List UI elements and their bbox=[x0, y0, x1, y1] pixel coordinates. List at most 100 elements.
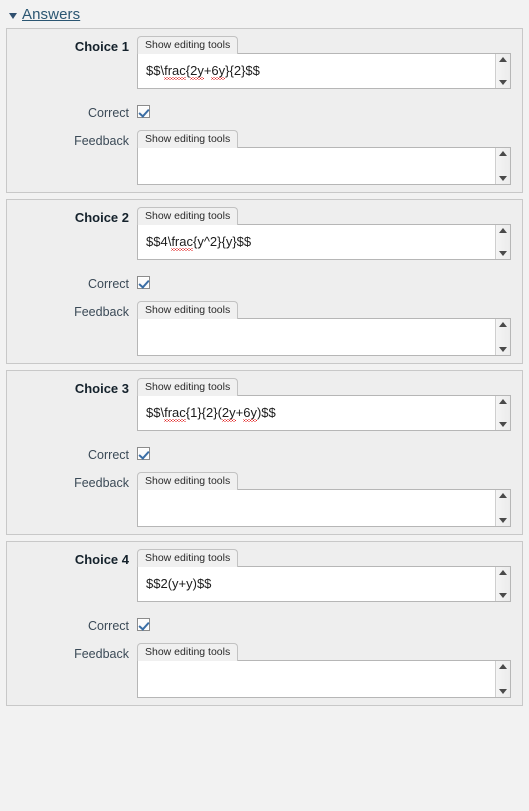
answer-field-row: Choice 1 Show editing tools $$\frac{2y+6… bbox=[7, 35, 522, 89]
choices-container: Choice 1 Show editing tools $$\frac{2y+6… bbox=[0, 28, 529, 706]
feedback-control: Show editing tools bbox=[137, 642, 522, 698]
feedback-scrollbar[interactable] bbox=[495, 490, 510, 526]
answer-text[interactable]: $$\frac{1}{2}(2y+6y)$$ bbox=[138, 396, 495, 430]
feedback-control: Show editing tools bbox=[137, 300, 522, 356]
feedback-field-row: Feedback Show editing tools bbox=[7, 642, 522, 698]
choice-label: Choice 1 bbox=[74, 39, 129, 54]
feedback-control: Show editing tools bbox=[137, 471, 522, 527]
answer-scrollbar[interactable] bbox=[495, 567, 510, 601]
show-editing-tools-button[interactable]: Show editing tools bbox=[137, 472, 239, 490]
answer-field-row: Choice 3 Show editing tools $$\frac{1}{2… bbox=[7, 377, 522, 431]
correct-control bbox=[137, 272, 522, 290]
triangle-up-icon[interactable] bbox=[499, 664, 507, 669]
answer-scrollbar[interactable] bbox=[495, 54, 510, 88]
triangle-up-icon[interactable] bbox=[499, 493, 507, 498]
feedback-scrollbar[interactable] bbox=[495, 661, 510, 697]
feedback-textarea[interactable] bbox=[137, 489, 511, 527]
triangle-up-icon[interactable] bbox=[499, 228, 507, 233]
feedback-scrollbar[interactable] bbox=[495, 148, 510, 184]
answer-textarea[interactable]: $$\frac{1}{2}(2y+6y)$$ bbox=[137, 395, 511, 431]
feedback-control: Show editing tools bbox=[137, 129, 522, 185]
feedback-text[interactable] bbox=[138, 490, 495, 526]
triangle-down-icon[interactable] bbox=[9, 12, 17, 19]
triangle-down-icon[interactable] bbox=[499, 80, 507, 85]
triangle-down-icon[interactable] bbox=[499, 518, 507, 523]
choice-panel-1: Choice 1 Show editing tools $$\frac{2y+6… bbox=[6, 28, 523, 193]
feedback-text[interactable] bbox=[138, 319, 495, 355]
answer-field-row: Choice 2 Show editing tools $$4\frac{y^2… bbox=[7, 206, 522, 260]
correct-field-row: Correct bbox=[7, 266, 522, 292]
answer-control: Show editing tools $$2(y+y)$$ bbox=[137, 548, 522, 602]
choice-label: Choice 2 bbox=[74, 210, 129, 225]
triangle-down-icon[interactable] bbox=[499, 347, 507, 352]
feedback-label: Feedback bbox=[74, 647, 129, 661]
choice-label: Choice 3 bbox=[74, 381, 129, 396]
answer-control: Show editing tools $$\frac{1}{2}(2y+6y)$… bbox=[137, 377, 522, 431]
triangle-down-icon[interactable] bbox=[499, 689, 507, 694]
triangle-down-icon[interactable] bbox=[499, 593, 507, 598]
answer-text[interactable]: $$2(y+y)$$ bbox=[138, 567, 495, 601]
show-editing-tools-button[interactable]: Show editing tools bbox=[137, 378, 239, 396]
feedback-textarea[interactable] bbox=[137, 318, 511, 356]
feedback-label: Feedback bbox=[74, 134, 129, 148]
correct-label: Correct bbox=[88, 448, 129, 462]
correct-label: Correct bbox=[88, 277, 129, 291]
choice-panel-3: Choice 3 Show editing tools $$\frac{1}{2… bbox=[6, 370, 523, 535]
show-editing-tools-button[interactable]: Show editing tools bbox=[137, 207, 239, 225]
choice-label: Choice 4 bbox=[74, 552, 129, 567]
answer-field-row: Choice 4 Show editing tools $$2(y+y)$$ bbox=[7, 548, 522, 602]
answer-scrollbar[interactable] bbox=[495, 225, 510, 259]
correct-control bbox=[137, 101, 522, 119]
correct-checkbox[interactable] bbox=[137, 105, 150, 119]
correct-control bbox=[137, 614, 522, 632]
answer-text[interactable]: $$4\frac{y^2}{y}$$ bbox=[138, 225, 495, 259]
triangle-up-icon[interactable] bbox=[499, 322, 507, 327]
answer-textarea[interactable]: $$\frac{2y+6y}{2}$$ bbox=[137, 53, 511, 89]
show-editing-tools-button[interactable]: Show editing tools bbox=[137, 130, 239, 148]
answer-textarea[interactable]: $$4\frac{y^2}{y}$$ bbox=[137, 224, 511, 260]
feedback-textarea[interactable] bbox=[137, 147, 511, 185]
choice-panel-4: Choice 4 Show editing tools $$2(y+y)$$ C… bbox=[6, 541, 523, 706]
correct-label: Correct bbox=[88, 106, 129, 120]
answer-text[interactable]: $$\frac{2y+6y}{2}$$ bbox=[138, 54, 495, 88]
show-editing-tools-button[interactable]: Show editing tools bbox=[137, 36, 239, 54]
correct-field-row: Correct bbox=[7, 95, 522, 121]
feedback-label: Feedback bbox=[74, 476, 129, 490]
feedback-field-row: Feedback Show editing tools bbox=[7, 471, 522, 527]
triangle-down-icon[interactable] bbox=[499, 176, 507, 181]
triangle-up-icon[interactable] bbox=[499, 399, 507, 404]
show-editing-tools-button[interactable]: Show editing tools bbox=[137, 549, 239, 567]
correct-label: Correct bbox=[88, 619, 129, 633]
page-title[interactable]: Answers bbox=[22, 7, 80, 22]
answer-control: Show editing tools $$\frac{2y+6y}{2}$$ bbox=[137, 35, 522, 89]
correct-checkbox[interactable] bbox=[137, 276, 150, 290]
answer-control: Show editing tools $$4\frac{y^2}{y}$$ bbox=[137, 206, 522, 260]
correct-field-row: Correct bbox=[7, 437, 522, 463]
triangle-up-icon[interactable] bbox=[499, 570, 507, 575]
triangle-down-icon[interactable] bbox=[499, 422, 507, 427]
feedback-text[interactable] bbox=[138, 661, 495, 697]
triangle-up-icon[interactable] bbox=[499, 57, 507, 62]
correct-checkbox[interactable] bbox=[137, 447, 150, 461]
feedback-scrollbar[interactable] bbox=[495, 319, 510, 355]
answer-textarea[interactable]: $$2(y+y)$$ bbox=[137, 566, 511, 602]
feedback-field-row: Feedback Show editing tools bbox=[7, 129, 522, 185]
correct-field-row: Correct bbox=[7, 608, 522, 634]
feedback-field-row: Feedback Show editing tools bbox=[7, 300, 522, 356]
feedback-label: Feedback bbox=[74, 305, 129, 319]
answer-scrollbar[interactable] bbox=[495, 396, 510, 430]
feedback-text[interactable] bbox=[138, 148, 495, 184]
triangle-up-icon[interactable] bbox=[499, 151, 507, 156]
feedback-textarea[interactable] bbox=[137, 660, 511, 698]
triangle-down-icon[interactable] bbox=[499, 251, 507, 256]
choice-panel-2: Choice 2 Show editing tools $$4\frac{y^2… bbox=[6, 199, 523, 364]
show-editing-tools-button[interactable]: Show editing tools bbox=[137, 301, 239, 319]
show-editing-tools-button[interactable]: Show editing tools bbox=[137, 643, 239, 661]
correct-control bbox=[137, 443, 522, 461]
correct-checkbox[interactable] bbox=[137, 618, 150, 632]
answers-section-header[interactable]: Answers bbox=[0, 0, 529, 28]
